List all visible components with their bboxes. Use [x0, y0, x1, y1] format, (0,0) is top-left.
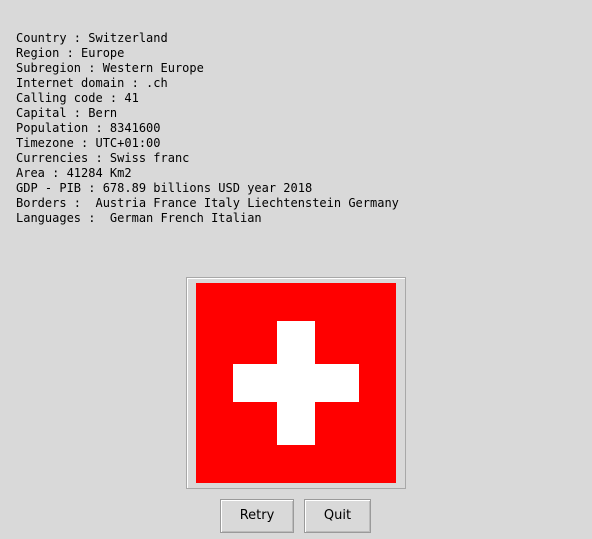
languages-line: Languages : German French Italian [16, 211, 262, 225]
flag-frame [186, 277, 406, 489]
currencies-line: Currencies : Swiss franc [16, 151, 190, 165]
retry-button[interactable]: Retry [220, 499, 294, 533]
flag-cross-horizontal [233, 364, 359, 402]
population-line: Population : 8341600 [16, 121, 161, 135]
borders-line: Borders : Austria France Italy Liechtens… [16, 196, 399, 210]
timezone-line: Timezone : UTC+01:00 [16, 136, 161, 150]
area-line: Area : 41284 Km2 [16, 166, 132, 180]
calling-code-line: Calling code : 41 [16, 91, 139, 105]
internet-domain-line: Internet domain : .ch [16, 76, 168, 90]
region-line: Region : Europe [16, 46, 125, 60]
gdp-line: GDP - PIB : 678.89 billions USD year 201… [16, 181, 313, 195]
quit-button[interactable]: Quit [304, 499, 371, 533]
flag-image [196, 283, 396, 483]
country-line: Country : Switzerland [16, 31, 168, 45]
capital-line: Capital : Bern [16, 106, 118, 120]
subregion-line: Subregion : Western Europe [16, 61, 204, 75]
country-info-panel: Country : Switzerland Region : Europe Su… [16, 31, 399, 226]
